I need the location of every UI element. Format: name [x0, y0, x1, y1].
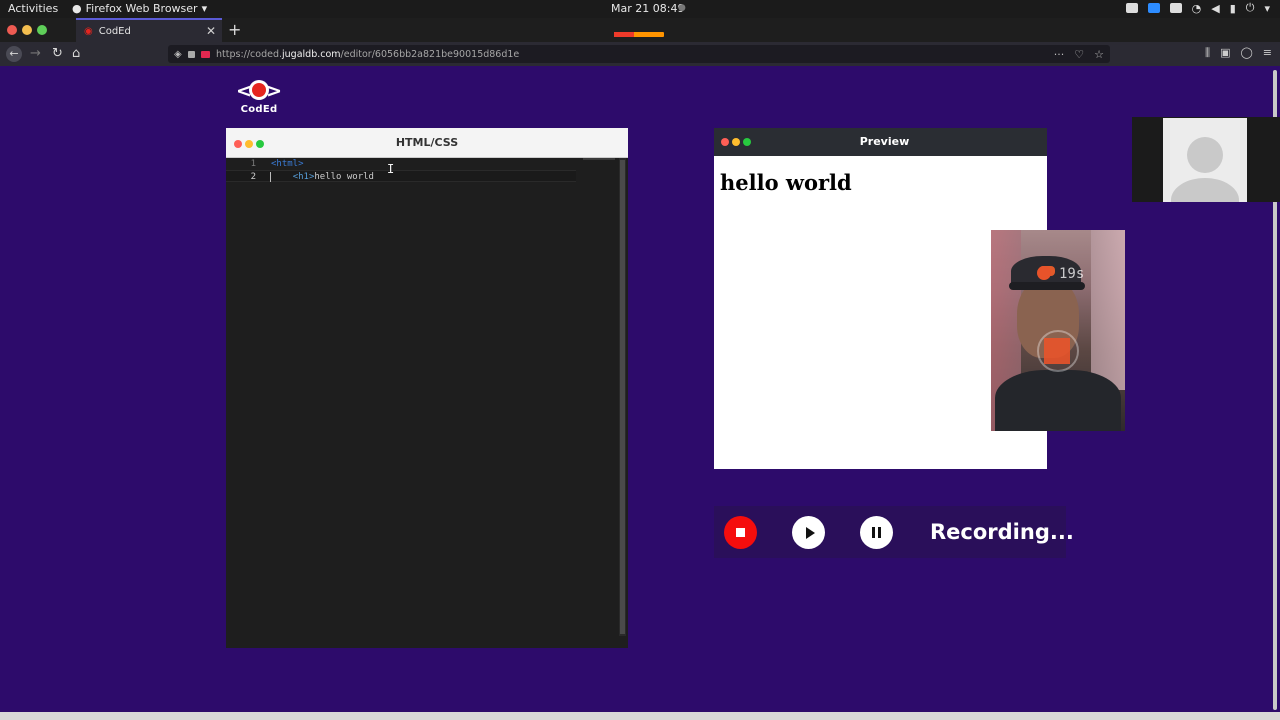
- editor-scrollbar[interactable]: [619, 158, 626, 636]
- notification-icon: ●: [678, 3, 686, 13]
- pause-button[interactable]: [860, 516, 893, 549]
- sharing-indicator[interactable]: [614, 32, 664, 37]
- wifi-icon[interactable]: ◔: [1192, 2, 1202, 15]
- recording-status: Recording...: [930, 520, 1074, 544]
- line-number: 2: [250, 172, 256, 182]
- tab-coded[interactable]: ◉ CodEd ✕: [76, 18, 222, 42]
- recorder-controls: Recording...: [714, 506, 1074, 558]
- editor-minimap[interactable]: [583, 158, 615, 160]
- avatar-shoulders-icon: [1171, 178, 1239, 202]
- code-area[interactable]: 1 <html> 2 <h1>hello world: [226, 158, 616, 182]
- play-button[interactable]: [792, 516, 825, 549]
- zoom-icon[interactable]: [1147, 3, 1160, 13]
- h1-text: hello world: [314, 172, 374, 182]
- forward-button[interactable]: →: [30, 46, 41, 61]
- person-body: [995, 370, 1121, 431]
- url-prefix: https://coded.: [216, 48, 283, 60]
- recording-dot-icon: [1037, 266, 1051, 280]
- text-cursor-icon: I: [387, 162, 395, 176]
- power-icon[interactable]: ⏻: [1246, 1, 1255, 15]
- code-line[interactable]: 1 <html>: [226, 158, 616, 170]
- webcam-overlay[interactable]: 19s: [991, 230, 1125, 431]
- preview-title: Preview: [859, 135, 910, 148]
- reload-button[interactable]: ↻: [52, 46, 63, 61]
- stop-button[interactable]: [724, 516, 757, 549]
- app-menu-label: Firefox Web Browser: [85, 2, 198, 15]
- system-top-bar: Activities ● Firefox Web Browser ▾ Mar 2…: [0, 0, 1280, 18]
- code-editor-window: HTML/CSS 1 <html> 2 <h1>hello world: [226, 128, 628, 648]
- screen-share-icon[interactable]: [1169, 3, 1182, 13]
- microphone-icon[interactable]: ▮: [1230, 2, 1236, 15]
- code-line[interactable]: 2 <h1>hello world: [226, 170, 576, 182]
- tab-title: CodEd: [98, 25, 131, 37]
- account-icon[interactable]: ◯: [1240, 46, 1252, 60]
- avatar: [1163, 118, 1247, 202]
- editor-title: HTML/CSS: [395, 136, 459, 149]
- library-icon[interactable]: ⫼: [1205, 46, 1210, 60]
- page-actions-icon[interactable]: ···: [1054, 48, 1065, 61]
- line-number: 1: [250, 159, 256, 169]
- url-host: jugaldb.com: [282, 48, 341, 60]
- coded-favicon-icon: ◉: [84, 25, 93, 37]
- avatar-head-icon: [1187, 137, 1223, 173]
- window-close-icon[interactable]: [7, 25, 17, 35]
- firefox-icon: ●: [72, 2, 82, 15]
- preview-titlebar: Preview: [714, 128, 1047, 156]
- stop-icon: [736, 528, 745, 537]
- html-open-tag: <html>: [271, 159, 304, 169]
- coded-logo-icon: < >: [236, 80, 282, 102]
- volume-icon[interactable]: ◀: [1211, 2, 1219, 15]
- window-maximize-icon[interactable]: [37, 25, 47, 35]
- shield-icon[interactable]: ◈: [174, 49, 182, 60]
- camera-sharing-icon[interactable]: [200, 50, 210, 58]
- activities-button[interactable]: Activities: [8, 2, 58, 15]
- pause-icon: [872, 527, 881, 538]
- app-menu[interactable]: ● Firefox Web Browser ▾: [72, 2, 207, 15]
- editor-titlebar: HTML/CSS: [226, 128, 628, 158]
- coded-logo[interactable]: < > CodEd: [236, 80, 282, 115]
- lock-icon[interactable]: [187, 50, 195, 58]
- system-clock[interactable]: Mar 21 08:49: [611, 2, 684, 15]
- recording-timer: 19s: [1059, 266, 1085, 282]
- pocket-icon[interactable]: ♡: [1074, 48, 1084, 61]
- logo-text: CodEd: [240, 104, 278, 115]
- bookmark-star-icon[interactable]: ☆: [1094, 48, 1104, 61]
- close-icon[interactable]: ✕: [206, 24, 216, 38]
- url-path: /editor/6056bb2a821be90015d86d1e: [340, 48, 520, 60]
- participant-tile[interactable]: [1132, 117, 1280, 202]
- sidebar-icon[interactable]: ▣: [1220, 46, 1230, 60]
- discord-icon[interactable]: [1125, 3, 1138, 13]
- menu-icon[interactable]: ≡: [1263, 46, 1272, 60]
- bottom-strip: [0, 712, 1280, 720]
- h1-open-tag: <h1>: [292, 172, 315, 182]
- back-button[interactable]: ←: [6, 46, 22, 62]
- window-minimize-icon[interactable]: [22, 25, 32, 35]
- chevron-down-icon: ▾: [201, 2, 208, 15]
- chevron-down-icon[interactable]: ▾: [1264, 2, 1270, 15]
- preview-heading: hello world: [720, 170, 852, 195]
- url-bar[interactable]: ◈ https://coded. jugaldb.com/editor/6056b…: [168, 45, 1110, 63]
- home-button[interactable]: ⌂: [72, 46, 80, 61]
- play-icon: [805, 526, 815, 539]
- system-tray[interactable]: ◔ ◀ ▮ ⏻ ▾: [1125, 1, 1270, 15]
- toolbar-right: ⫼ ▣ ◯ ≡: [1205, 46, 1272, 60]
- stop-recording-icon[interactable]: [1044, 338, 1070, 364]
- new-tab-button[interactable]: +: [228, 20, 241, 39]
